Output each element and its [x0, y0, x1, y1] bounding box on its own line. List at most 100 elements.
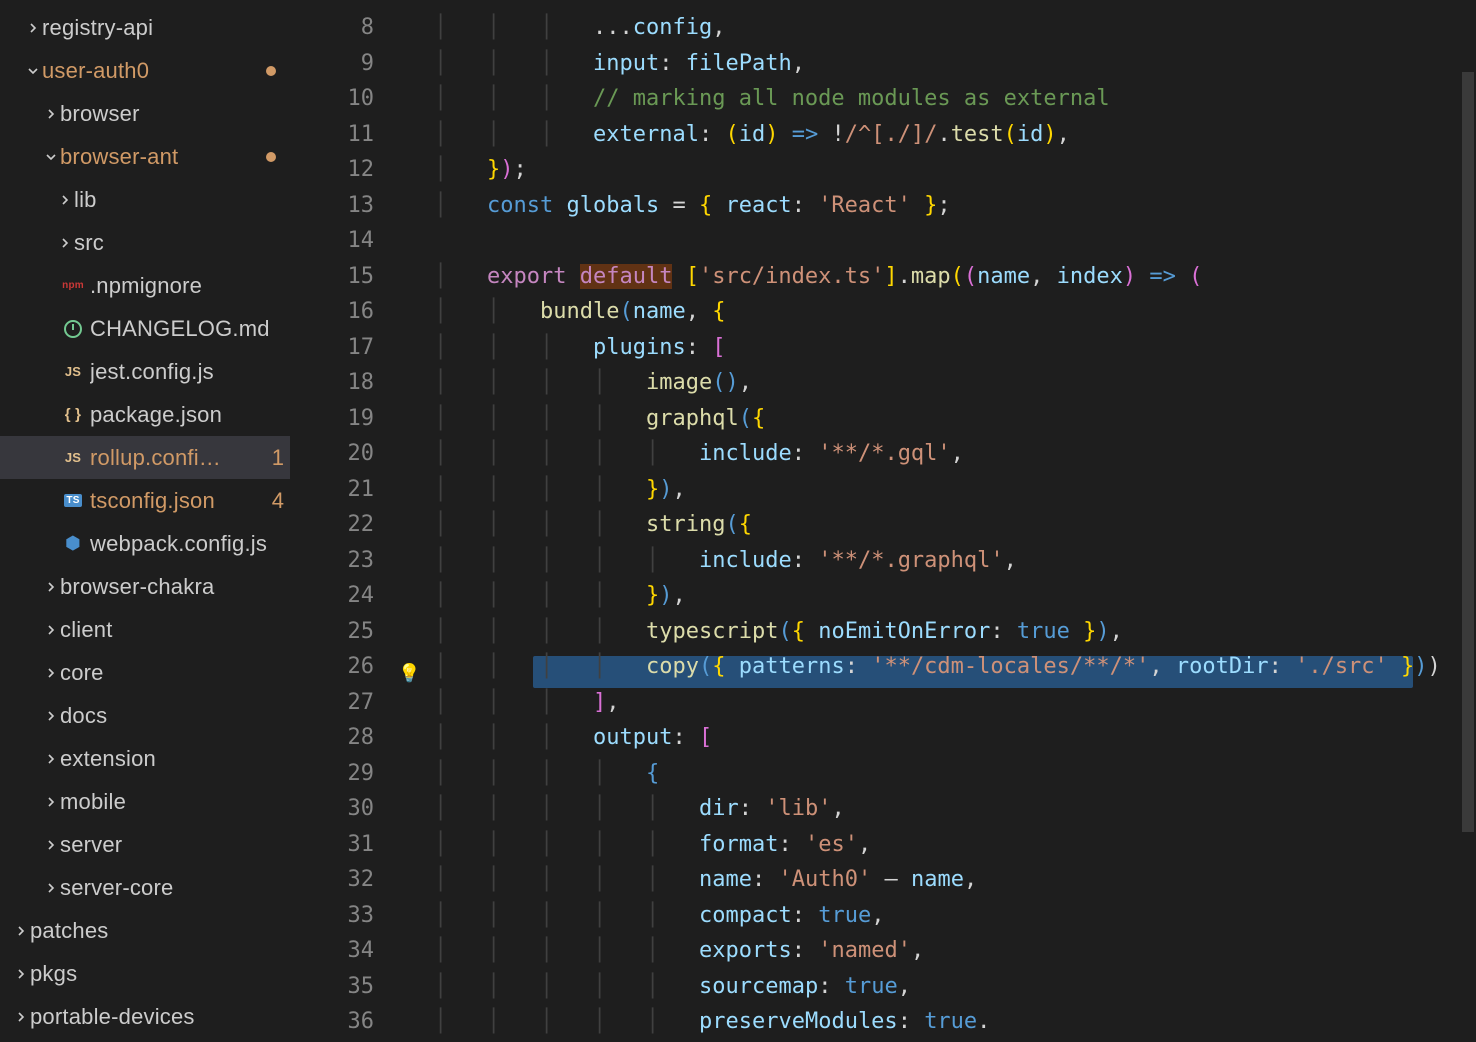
tree-file[interactable]: { }package.json — [0, 393, 290, 436]
code-line[interactable]: │ │ │ │ │ sourcemap: true, — [416, 969, 1476, 1005]
line-number: 12 — [290, 152, 416, 188]
tree-file[interactable]: ⬢webpack.config.js — [0, 522, 290, 565]
line-number: 8 — [290, 10, 416, 46]
code-line[interactable]: │ const globals = { react: 'React' }; — [416, 188, 1476, 224]
code-line[interactable]: │ │ │ │ │ name: 'Auth0' – name, — [416, 862, 1476, 898]
code-content[interactable]: │ │ │ ...config,│ │ │ input: filePath,│ … — [416, 0, 1476, 1042]
line-number: 33 — [290, 898, 416, 934]
line-number: 28 — [290, 720, 416, 756]
tree-item-label: patches — [30, 918, 290, 944]
tree-folder[interactable]: core — [0, 651, 290, 694]
ts-file-icon: TS — [60, 494, 86, 507]
chevron-right-icon — [42, 880, 60, 896]
line-number: 35 — [290, 969, 416, 1005]
code-line[interactable]: │ │ │ ...config, — [416, 10, 1476, 46]
tree-item-label: browser — [60, 101, 290, 127]
tree-item-label: extension — [60, 746, 290, 772]
code-line[interactable]: │ │ │ │ }), — [416, 472, 1476, 508]
tree-folder[interactable]: user-auth0 — [0, 49, 290, 92]
tree-folder[interactable]: server-core — [0, 866, 290, 909]
code-line[interactable]: │ │ │ │ { — [416, 756, 1476, 792]
tree-folder[interactable]: browser — [0, 92, 290, 135]
tree-folder[interactable]: lib — [0, 178, 290, 221]
tree-item-label: browser-ant — [60, 144, 266, 170]
chevron-right-icon — [12, 923, 30, 939]
chevron-down-icon — [42, 149, 60, 165]
tree-item-label: server-core — [60, 875, 290, 901]
code-line[interactable]: │ │ │ │ copy({ patterns: '**/cdm-locales… — [416, 649, 1476, 685]
editor-scrollbar[interactable] — [1460, 0, 1476, 1042]
tree-folder[interactable]: registry-api — [0, 6, 290, 49]
tree-item-label: tsconfig.json — [90, 488, 266, 514]
line-number: 36 — [290, 1004, 416, 1040]
code-line[interactable]: │ │ │ plugins: [ — [416, 330, 1476, 366]
line-number: 14 — [290, 223, 416, 259]
tree-folder[interactable]: client — [0, 608, 290, 651]
tree-folder[interactable]: browser-chakra — [0, 565, 290, 608]
tree-file[interactable]: TS tsconfig.json4 — [0, 479, 290, 522]
code-line[interactable]: │ │ │ external: (id) => !/^[./]/.test(id… — [416, 117, 1476, 153]
tree-item-label: pkgs — [30, 961, 290, 987]
tree-item-label: registry-api — [42, 15, 290, 41]
code-line[interactable]: │ │ │ │ typescript({ noEmitOnError: true… — [416, 614, 1476, 650]
tree-item-label: portable-devices — [30, 1004, 290, 1030]
scrollbar-thumb[interactable] — [1462, 72, 1474, 832]
code-line[interactable]: │ │ │ │ │ exports: 'named', — [416, 933, 1476, 969]
code-line[interactable]: │ │ │ │ │ dir: 'lib', — [416, 791, 1476, 827]
tree-folder[interactable]: src — [0, 221, 290, 264]
line-number: 29 — [290, 756, 416, 792]
code-line[interactable]: │ │ │ │ │ preserveModules: true. — [416, 1004, 1476, 1040]
code-line[interactable]: │ │ │ │ │ include: '**/*.graphql', — [416, 543, 1476, 579]
code-line[interactable]: │ }); — [416, 152, 1476, 188]
chevron-right-icon — [42, 708, 60, 724]
chevron-right-icon — [42, 106, 60, 122]
line-number: 20 — [290, 436, 416, 472]
tree-file[interactable]: JSjest.config.js — [0, 350, 290, 393]
problem-count-badge: 4 — [266, 488, 290, 514]
code-line[interactable]: │ │ │ │ }), — [416, 578, 1476, 614]
line-number: 30 — [290, 791, 416, 827]
tree-item-label: browser-chakra — [60, 574, 290, 600]
line-number: 19 — [290, 401, 416, 437]
chevron-right-icon — [12, 966, 30, 982]
code-line[interactable] — [416, 223, 1476, 259]
tree-folder[interactable]: portable-devices — [0, 995, 290, 1038]
tree-file[interactable]: npm.npmignore — [0, 264, 290, 307]
file-explorer[interactable]: registry-api user-auth0 browser browser-ant… — [0, 0, 290, 1042]
tree-folder[interactable]: patches — [0, 909, 290, 952]
code-line[interactable]: │ │ bundle(name, { — [416, 294, 1476, 330]
line-number: 16 — [290, 294, 416, 330]
tree-file[interactable]: JSrollup.confi…1 — [0, 436, 290, 479]
code-line[interactable]: │ │ │ │ string({ — [416, 507, 1476, 543]
code-editor[interactable]: 8910111213141516171819202122232425262728… — [290, 0, 1476, 1042]
tree-item-label: rollup.confi… — [90, 445, 266, 471]
lightbulb-icon[interactable]: 💡 — [398, 663, 420, 684]
problem-count-badge: 1 — [266, 445, 290, 471]
json-file-icon: { } — [60, 406, 86, 423]
chevron-right-icon — [12, 1009, 30, 1025]
code-line[interactable]: │ │ │ input: filePath, — [416, 46, 1476, 82]
tree-folder[interactable]: pkgs — [0, 952, 290, 995]
line-number: 18 — [290, 365, 416, 401]
code-line[interactable]: │ │ │ output: [ — [416, 720, 1476, 756]
tree-folder[interactable]: server — [0, 823, 290, 866]
tree-folder[interactable]: docs — [0, 694, 290, 737]
chevron-right-icon — [56, 192, 74, 208]
code-line[interactable]: │ export default ['src/index.ts'].map((n… — [416, 259, 1476, 295]
line-number: 11 — [290, 117, 416, 153]
tree-file[interactable]: CHANGELOG.md — [0, 307, 290, 350]
chevron-right-icon — [42, 665, 60, 681]
tree-folder[interactable]: extension — [0, 737, 290, 780]
chevron-down-icon — [24, 63, 42, 79]
code-line[interactable]: │ │ │ │ graphql({ — [416, 401, 1476, 437]
code-line[interactable]: │ │ │ │ │ include: '**/*.gql', — [416, 436, 1476, 472]
tree-item-label: .npmignore — [90, 273, 290, 299]
code-line[interactable]: │ │ │ ], — [416, 685, 1476, 721]
tree-folder[interactable]: mobile — [0, 780, 290, 823]
code-line[interactable]: │ │ │ // marking all node modules as ext… — [416, 81, 1476, 117]
line-number: 31 — [290, 827, 416, 863]
tree-folder[interactable]: browser-ant — [0, 135, 290, 178]
code-line[interactable]: │ │ │ │ │ format: 'es', — [416, 827, 1476, 863]
code-line[interactable]: │ │ │ │ │ compact: true, — [416, 898, 1476, 934]
code-line[interactable]: │ │ │ │ image(), — [416, 365, 1476, 401]
